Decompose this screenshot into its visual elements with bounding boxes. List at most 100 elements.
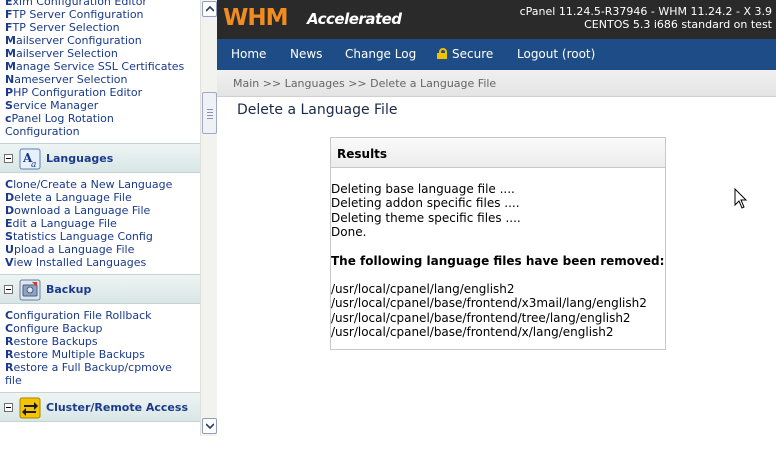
- sidebar-languages-link[interactable]: Delete a Language File: [0, 191, 200, 204]
- link-label: ameserver Selection: [14, 73, 128, 86]
- mouse-cursor-icon: [734, 188, 748, 209]
- link-accesskey: U: [5, 243, 14, 256]
- link-accesskey: F: [5, 21, 13, 34]
- nav-home[interactable]: Home: [231, 47, 266, 61]
- removed-file-path: /usr/local/cpanel/base/frontend/x/lang/e…: [331, 325, 614, 340]
- whm-logo: WHM: [223, 5, 289, 31]
- sidebar-link[interactable]: Mailserver Configuration: [0, 34, 200, 47]
- nav-logout[interactable]: Logout (root): [517, 47, 595, 61]
- sidebar-link[interactable]: Configuration: [0, 125, 200, 138]
- sidebar-backup-link[interactable]: Configuration File Rollback: [0, 309, 200, 322]
- left-nav-content: Exim Configuration Editor FTP Server Conf…: [0, 0, 200, 450]
- link-label: iew Installed Languages: [13, 256, 147, 269]
- link-accesskey: D: [5, 204, 15, 217]
- nav-news[interactable]: News: [290, 47, 322, 61]
- breadcrumb-text[interactable]: Main >> Languages >> Delete a Language F…: [233, 77, 496, 90]
- section-header-cluster[interactable]: Cluster/Remote Access: [0, 392, 200, 422]
- sidebar-backup-link[interactable]: Configure Backup: [0, 322, 200, 335]
- sidebar-link[interactable]: Service Manager: [0, 99, 200, 112]
- removed-file-path: /usr/local/cpanel/base/frontend/x3mail/l…: [331, 296, 647, 311]
- languages-icon: A a: [19, 148, 41, 170]
- section-header-backup[interactable]: Backup: [0, 274, 200, 304]
- left-scrollbar[interactable]: [200, 0, 217, 436]
- scroll-up-button[interactable]: [202, 1, 217, 17]
- link-label: file: [5, 374, 22, 387]
- section-title-backup: Backup: [46, 283, 92, 296]
- sidebar-languages-link[interactable]: View Installed Languages: [0, 256, 200, 269]
- top-nav: Home News Change Log Secure Logout (root…: [217, 39, 776, 70]
- link-label: Panel Log Rotation: [11, 112, 114, 125]
- server-info: CENTOS 5.3 i686 standard on test: [584, 18, 772, 31]
- link-label: ailserver Configuration: [15, 34, 142, 47]
- link-label: onfiguration File Rollback: [13, 309, 152, 322]
- link-label: onfigure Backup: [13, 322, 103, 335]
- sidebar-languages-link[interactable]: Edit a Language File: [0, 217, 200, 230]
- link-label: ervice Manager: [12, 99, 99, 112]
- sidebar-link[interactable]: Manage Service SSL Certificates: [0, 60, 200, 73]
- link-accesskey: V: [5, 256, 14, 269]
- result-line: Deleting base language file ....: [331, 182, 515, 196]
- removed-file-path: /usr/local/cpanel/lang/english2: [331, 282, 515, 297]
- sidebar-link-cut-off[interactable]: [0, 427, 200, 435]
- page-title: Delete a Language File: [237, 102, 398, 118]
- section-title-cluster: Cluster/Remote Access: [46, 401, 188, 414]
- scroll-thumb[interactable]: [202, 92, 217, 134]
- link-label: anage Service SSL Certificates: [15, 60, 185, 73]
- sidebar-link[interactable]: Exim Configuration Editor: [0, 0, 200, 8]
- link-label: dit a Language File: [12, 217, 117, 230]
- nav-change-log[interactable]: Change Log: [345, 47, 416, 61]
- backup-icon: [19, 279, 41, 301]
- sidebar-link[interactable]: PHP Configuration Editor: [0, 86, 200, 99]
- sidebar-backup-link[interactable]: Restore Backups: [0, 335, 200, 348]
- link-accesskey: S: [5, 99, 13, 112]
- link-label: pload a Language File: [13, 243, 135, 256]
- link-label: xim Configuration Editor: [12, 0, 147, 8]
- sidebar-backup-link[interactable]: Restore Multiple Backups: [0, 348, 200, 361]
- collapse-toggle-icon[interactable]: [4, 403, 13, 412]
- link-accesskey: C: [5, 178, 14, 191]
- link-accesskey: C: [5, 309, 14, 322]
- main-frame: WHM Accelerated cPanel 11.24.5-R37946 - …: [217, 0, 776, 450]
- sidebar-link[interactable]: Nameserver Selection: [0, 73, 200, 86]
- sidebar-languages-link[interactable]: Upload a Language File: [0, 243, 200, 256]
- link-accesskey: P: [5, 86, 14, 99]
- sidebar-languages-link[interactable]: Statistics Language Config: [0, 230, 200, 243]
- link-label: TP Server Selection: [12, 21, 120, 34]
- collapse-toggle-icon[interactable]: [4, 154, 13, 163]
- link-label: TP Server Configuration: [12, 8, 144, 21]
- link-label: estore Backups: [13, 335, 98, 348]
- results-body: Deleting base language file .... Deleting…: [331, 182, 664, 340]
- sidebar-link[interactable]: FTP Server Configuration: [0, 8, 200, 21]
- nav-secure[interactable]: Secure: [437, 47, 493, 61]
- section-header-languages[interactable]: A a Languages: [0, 143, 200, 173]
- link-accesskey: C: [5, 322, 14, 335]
- header-banner: WHM Accelerated cPanel 11.24.5-R37946 - …: [217, 0, 776, 39]
- link-accesskey: E: [5, 0, 13, 8]
- results-title: Results: [337, 147, 388, 161]
- link-label: HP Configuration Editor: [13, 86, 143, 99]
- result-line: Deleting theme specific files ....: [331, 210, 521, 225]
- result-line: Done.: [331, 225, 367, 240]
- scroll-down-button[interactable]: [202, 418, 217, 434]
- sidebar-languages-link[interactable]: Download a Language File: [0, 204, 200, 217]
- sidebar-link[interactable]: Mailserver Selection: [0, 47, 200, 60]
- link-label: ownload a Language File: [14, 204, 151, 217]
- sidebar-link[interactable]: cPanel Log Rotation: [0, 112, 200, 125]
- sidebar-backup-link[interactable]: Restore a Full Backup/cpmove: [0, 361, 200, 374]
- breadcrumb: Main >> Languages >> Delete a Language F…: [217, 70, 776, 97]
- removed-file-path: /usr/local/cpanel/base/frontend/tree/lan…: [331, 310, 631, 325]
- link-label: Configuration: [5, 125, 80, 138]
- lock-icon: [437, 48, 447, 59]
- link-accesskey: E: [5, 217, 13, 230]
- svg-text:a: a: [31, 160, 36, 170]
- results-panel: Results Deleting base language file ....…: [330, 137, 666, 350]
- sidebar-languages-link[interactable]: Clone/Create a New Language: [0, 178, 200, 191]
- sidebar-backup-link[interactable]: file: [0, 374, 200, 387]
- nav-secure-label: Secure: [452, 47, 494, 61]
- link-label: lone/Create a New Language: [13, 178, 173, 191]
- collapse-toggle-icon[interactable]: [4, 285, 13, 294]
- sidebar-link[interactable]: FTP Server Selection: [0, 21, 200, 34]
- result-line: Deleting addon specific files ....: [331, 196, 520, 211]
- results-header: Results: [331, 138, 665, 168]
- link-accesskey: M: [5, 60, 16, 73]
